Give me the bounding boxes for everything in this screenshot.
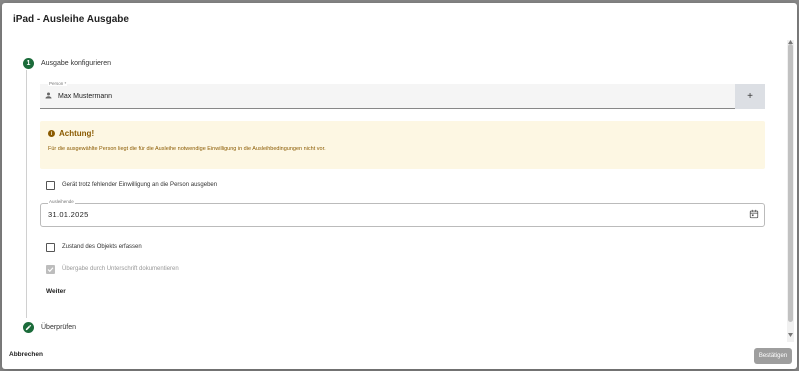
scrollbar-thumb[interactable] — [788, 44, 793, 322]
info-icon: i — [48, 130, 55, 137]
alert-text: Für die ausgewählte Person liegt die für… — [48, 146, 326, 152]
next-button[interactable]: Weiter — [46, 288, 66, 295]
person-field-label: Person * — [48, 81, 68, 86]
scroll-down-icon[interactable] — [788, 333, 793, 337]
condition-checkbox[interactable] — [46, 243, 55, 252]
consent-override-label[interactable]: Gerät trotz fehlender Einwilligung an di… — [62, 182, 217, 188]
dialog-title: iPad - Ausleihe Ausgabe — [13, 14, 129, 25]
condition-label[interactable]: Zustand des Objekts erfassen — [62, 244, 142, 250]
stepper-line — [26, 70, 27, 318]
signature-label: Übergabe durch Unterschrift dokumentiere… — [62, 266, 179, 272]
loan-end-field[interactable] — [40, 203, 765, 227]
calendar-icon[interactable] — [749, 209, 759, 219]
step-1-label[interactable]: Ausgabe konfigurieren — [41, 60, 111, 67]
loan-end-label: Ausleihende — [48, 199, 75, 204]
consent-override-checkbox[interactable] — [46, 181, 55, 190]
step-1-indicator: 1 — [23, 58, 34, 69]
warning-alert — [40, 121, 765, 169]
confirm-button[interactable]: Bestätigen — [754, 348, 792, 364]
loan-end-value[interactable]: 31.01.2025 — [48, 210, 89, 219]
add-person-button[interactable]: + — [735, 84, 765, 109]
person-field[interactable] — [40, 84, 735, 109]
scroll-up-icon[interactable] — [788, 40, 793, 44]
checkmark-icon — [47, 267, 54, 273]
person-value[interactable]: Max Mustermann — [58, 93, 112, 100]
step-2-label[interactable]: Überprüfen — [41, 324, 76, 331]
cancel-button[interactable]: Abbrechen — [9, 351, 43, 358]
pencil-icon — [25, 324, 32, 331]
alert-title: Achtung! — [59, 129, 95, 138]
person-icon — [45, 92, 52, 99]
